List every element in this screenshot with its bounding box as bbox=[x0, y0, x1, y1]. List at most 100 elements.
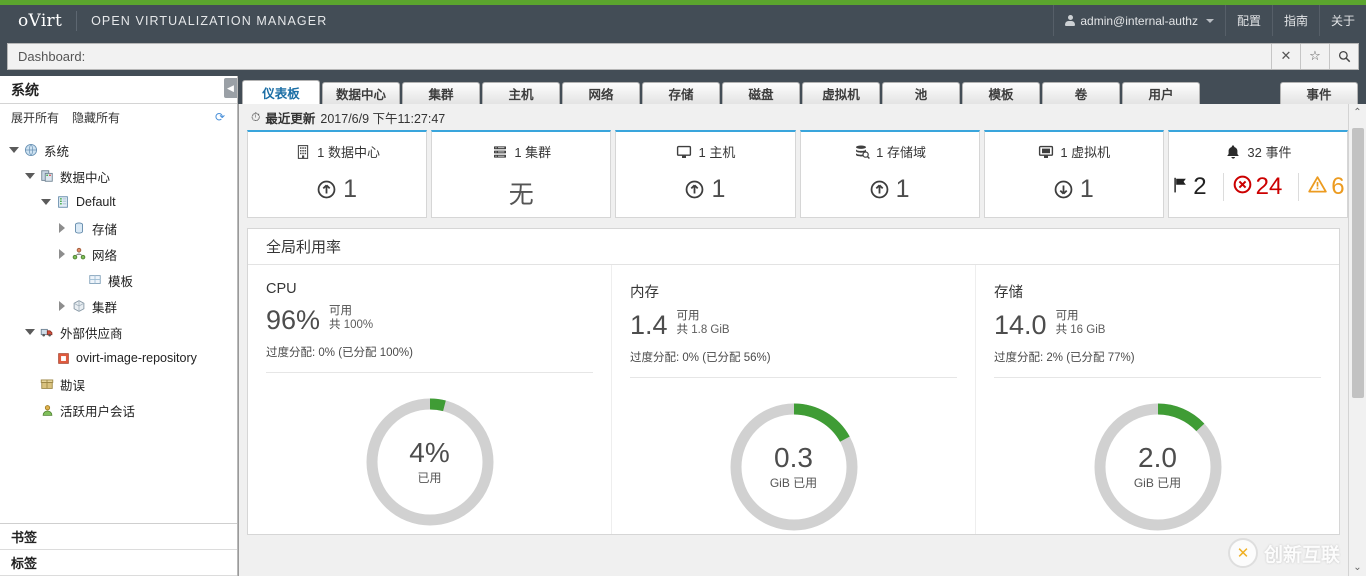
menu-guide[interactable]: 指南 bbox=[1271, 5, 1319, 36]
tree-toggle-expanded-icon[interactable] bbox=[22, 329, 38, 335]
sidebar-item-tags[interactable]: 标签 bbox=[0, 550, 237, 576]
tab-events[interactable]: 事件 bbox=[1280, 82, 1358, 104]
tab-模板[interactable]: 模板 bbox=[962, 82, 1040, 104]
storage-icon bbox=[70, 221, 88, 235]
tree-node-活跃用户会话[interactable]: 活跃用户会话 bbox=[6, 397, 237, 423]
utilization-total-value: 16 GiB bbox=[1070, 324, 1106, 337]
clear-search-button[interactable]: ✕ bbox=[1271, 43, 1300, 69]
refresh-icon[interactable]: ⟳ bbox=[213, 110, 227, 124]
scroll-up-button[interactable]: ⌃ bbox=[1349, 104, 1366, 121]
tree-toggle-collapsed-icon[interactable] bbox=[54, 249, 70, 259]
tab-卷[interactable]: 卷 bbox=[1042, 82, 1120, 104]
tab-池[interactable]: 池 bbox=[882, 82, 960, 104]
tree-node-模板[interactable]: 模板 bbox=[6, 267, 237, 293]
utilization-available-sub: 可用共 16 GiB bbox=[1056, 309, 1106, 339]
search-row: ✕ ☆ bbox=[0, 36, 1366, 76]
tab-集群[interactable]: 集群 bbox=[402, 82, 480, 104]
tree-node-外部供应商[interactable]: 外部供应商 bbox=[6, 319, 237, 345]
arrow-up-circle-icon bbox=[317, 180, 336, 199]
tab-数据中心[interactable]: 数据中心 bbox=[322, 82, 400, 104]
inventory-card-title-text: 1 集群 bbox=[514, 145, 552, 160]
event-severity-warning-triangle[interactable]: 6 bbox=[1298, 173, 1353, 201]
utilization-summary: 1.4 可用共 1.8 GiB bbox=[630, 309, 957, 339]
tab-虚拟机[interactable]: 虚拟机 bbox=[802, 82, 880, 104]
tree-toggle-expanded-icon[interactable] bbox=[38, 199, 54, 205]
tree-node-Default[interactable]: Default bbox=[6, 189, 237, 215]
inventory-card-title-text: 1 虚拟机 bbox=[1060, 145, 1111, 160]
inventory-card-storage-domains[interactable]: 1 存储域 1 bbox=[799, 130, 980, 218]
inventory-card-title-text: 32 事件 bbox=[1247, 145, 1292, 160]
inventory-card-title-text: 1 数据中心 bbox=[317, 145, 380, 160]
utilization-available-label: 可用 bbox=[329, 305, 353, 317]
inventory-card-title: 1 集群 bbox=[491, 142, 551, 161]
expand-all-link[interactable]: 展开所有 bbox=[11, 109, 59, 126]
tree-node-存储[interactable]: 存储 bbox=[6, 215, 237, 241]
scrollbar-thumb[interactable] bbox=[1352, 128, 1364, 398]
tab-网络[interactable]: 网络 bbox=[562, 82, 640, 104]
tree-node-网络[interactable]: 网络 bbox=[6, 241, 237, 267]
inventory-card-clusters[interactable]: 1 集群无 bbox=[431, 130, 612, 218]
utilization-available-label: 可用 bbox=[676, 310, 700, 322]
event-severity-error-circle[interactable]: 24 bbox=[1222, 173, 1292, 201]
utilization-donut-cpu: 4% 已用 bbox=[363, 395, 497, 529]
tab-用户[interactable]: 用户 bbox=[1122, 82, 1200, 104]
bookmark-search-button[interactable]: ☆ bbox=[1300, 43, 1329, 69]
menu-configure[interactable]: 配置 bbox=[1224, 5, 1272, 36]
tree-node-系统[interactable]: 系统 bbox=[6, 137, 237, 163]
flag-icon bbox=[1174, 177, 1187, 193]
search-input[interactable] bbox=[8, 43, 1271, 69]
cluster-stack-icon bbox=[58, 196, 68, 208]
user-menu[interactable]: admin@internal-authz bbox=[1053, 5, 1225, 36]
inventory-cards: 1 数据中心 1 1 集群无 1 主机 1 1 存储域 1 1 虚拟机 1 32 事件 2 24 6 bbox=[239, 130, 1349, 218]
ovirt-logo[interactable]: oVirt bbox=[0, 11, 76, 31]
search-button[interactable] bbox=[1329, 43, 1358, 69]
monitor-icon bbox=[676, 145, 692, 158]
building-icon bbox=[297, 144, 308, 159]
menu-about[interactable]: 关于 bbox=[1318, 5, 1366, 36]
tree-node-集群[interactable]: 集群 bbox=[6, 293, 237, 319]
scroll-down-button[interactable]: ⌄ bbox=[1349, 559, 1366, 576]
tab-bar: 仪表板 数据中心 集群 主机 网络 存储 磁盘 虚拟机池模板卷用户 事件 bbox=[238, 76, 1366, 104]
sidebar-bottom: 书签 标签 bbox=[0, 523, 237, 576]
errata-icon bbox=[38, 377, 56, 391]
utilization-title: 内存 bbox=[630, 285, 659, 301]
inventory-card-status-value: 无 bbox=[508, 181, 534, 209]
utilization-donut-wrap: 0.3 GiB 已用 bbox=[630, 378, 957, 534]
inventory-card-virtual-machines[interactable]: 1 虚拟机 1 bbox=[983, 130, 1164, 218]
inventory-card-hosts[interactable]: 1 主机 1 bbox=[615, 130, 796, 218]
utilization-total-value: 1.8 GiB bbox=[691, 324, 730, 337]
arrow-up-circle-icon bbox=[317, 180, 336, 199]
vertical-scrollbar[interactable]: ⌃ ⌄ bbox=[1348, 104, 1366, 576]
event-severity-group: 2 24 6 bbox=[1162, 173, 1353, 201]
sidebar-collapse-button[interactable]: ◀ bbox=[224, 78, 237, 98]
tab-磁盘[interactable]: 磁盘 bbox=[722, 82, 800, 104]
tree-node-label: Default bbox=[76, 195, 116, 209]
tree-toggle-expanded-icon[interactable] bbox=[22, 173, 38, 179]
tree-node-ovirt-image-repository[interactable]: ovirt-image-repository bbox=[6, 345, 237, 371]
donut-value: 4% bbox=[409, 436, 450, 468]
tree-toggle-collapsed-icon[interactable] bbox=[54, 223, 70, 233]
inventory-card-events[interactable]: 32 事件 2 24 6 bbox=[1167, 130, 1349, 218]
main-area: 仪表板 数据中心 集群 主机 网络 存储 磁盘 虚拟机池模板卷用户 事件 ⏱ 最近更新 2017… bbox=[238, 76, 1366, 576]
tab-仪表板[interactable]: 仪表板 bbox=[242, 80, 320, 104]
inventory-card-title-text: 1 主机 bbox=[698, 145, 736, 160]
tree-node-数据中心[interactable]: 数据中心 bbox=[6, 163, 237, 189]
tab-主机[interactable]: 主机 bbox=[482, 82, 560, 104]
utilization-column-memory: 内存 1.4 可用共 1.8 GiB 过度分配: 0% (已分配 56%) 0.3 GiB… bbox=[612, 265, 976, 535]
tab-存储[interactable]: 存储 bbox=[642, 82, 720, 104]
tree-node-勘误[interactable]: 勘误 bbox=[6, 371, 237, 397]
tree-toggle-collapsed-icon[interactable] bbox=[54, 301, 70, 311]
server-rack-icon bbox=[491, 143, 508, 160]
event-severity-flag[interactable]: 2 bbox=[1162, 173, 1215, 201]
cube-icon bbox=[73, 300, 85, 312]
tree-toggle-expanded-icon[interactable] bbox=[6, 147, 22, 153]
building-icon bbox=[294, 143, 311, 160]
system-tree: 系统 数据中心 Default 存储 网络 模板 集群 外部供应商 ovirt-image-re… bbox=[0, 131, 237, 523]
flag-icon bbox=[1171, 173, 1189, 201]
user-session-icon bbox=[38, 404, 56, 417]
inventory-card-datacenters[interactable]: 1 数据中心 1 bbox=[247, 130, 428, 218]
collapse-all-link[interactable]: 隐藏所有 bbox=[72, 109, 120, 126]
search-box[interactable]: ✕ ☆ bbox=[7, 42, 1359, 70]
sidebar-item-bookmarks[interactable]: 书签 bbox=[0, 524, 237, 550]
database-search-icon bbox=[853, 143, 870, 160]
